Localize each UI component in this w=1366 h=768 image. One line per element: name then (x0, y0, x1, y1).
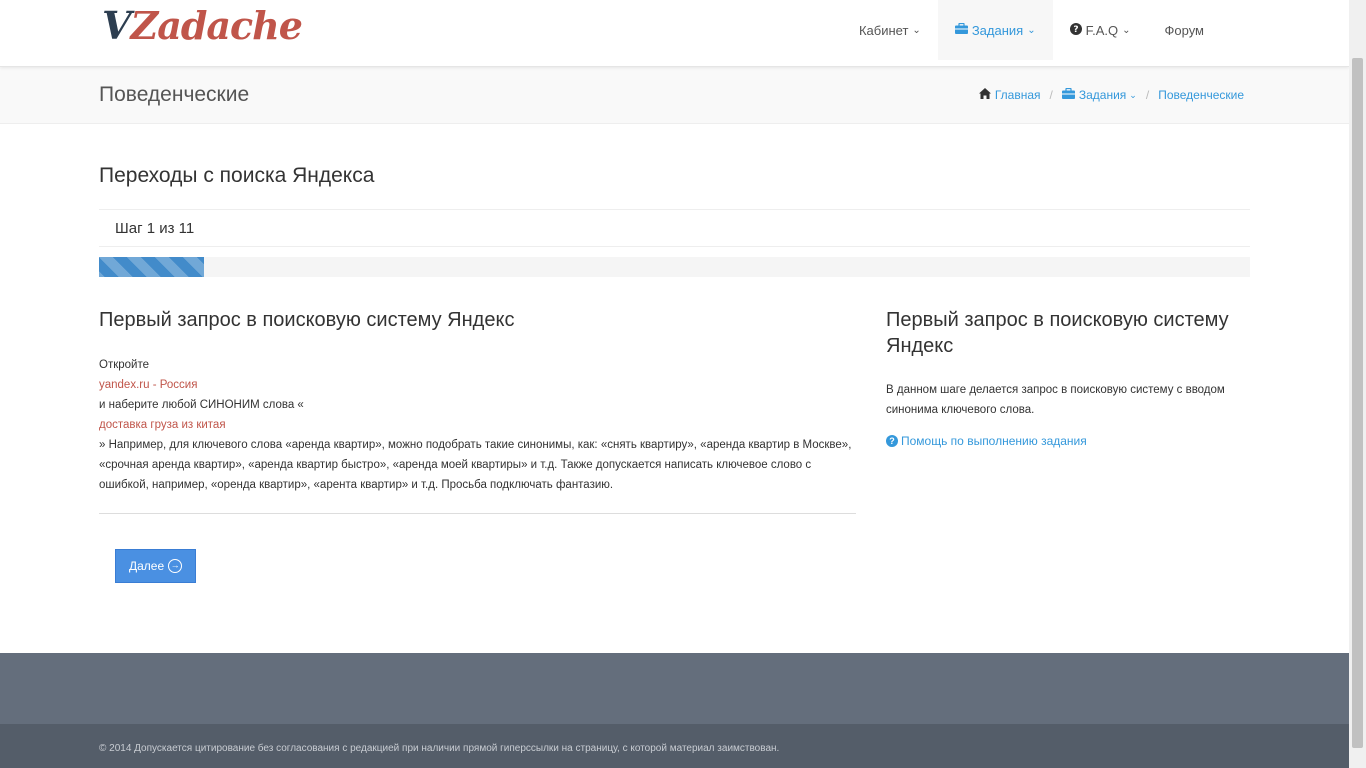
page-title-bar: Поведенческие Главная / Задания ⌄ / Пове… (0, 67, 1349, 124)
nav-label: Кабинет (858, 22, 909, 38)
main-nav: Кабинет ⌄ Задания ⌄ ? F.A.Q ⌄ Форум (842, 0, 1221, 67)
yandex-link[interactable]: yandex.ru - Россия (99, 375, 856, 395)
instruction-line: Откройте (99, 359, 149, 371)
footer-top (0, 653, 1349, 724)
site-logo[interactable]: VZadache (102, 2, 303, 50)
nav-item-tasks[interactable]: Задания ⌄ (937, 0, 1053, 60)
chevron-down-icon: ⌄ (912, 24, 921, 36)
sidebar-text: В данном шаге делается запрос в поискову… (886, 384, 1225, 416)
nav-item-forum[interactable]: Форум (1148, 0, 1222, 60)
chevron-down-icon: ⌄ (1027, 24, 1036, 36)
scrollbar-thumb[interactable] (1352, 58, 1363, 748)
nav-label: Форум (1164, 22, 1205, 38)
nav-label: F.A.Q (1085, 22, 1119, 38)
copyright-text: © 2014 Допускается цитирование без согла… (99, 743, 780, 754)
briefcase-icon (1061, 87, 1075, 102)
home-icon (978, 88, 991, 102)
breadcrumb-tasks[interactable]: Задания ⌄ (1061, 87, 1137, 102)
help-sidebar: Первый запрос в поисковую систему Яндекс… (886, 307, 1250, 448)
next-button[interactable]: Далее → (115, 549, 197, 583)
chevron-down-icon: ⌄ (1129, 89, 1137, 100)
breadcrumb-home[interactable]: Главная (978, 88, 1041, 102)
scrollbar[interactable] (1349, 0, 1366, 768)
help-link[interactable]: ? Помощь по выполнению задания (886, 434, 1250, 448)
sidebar-heading: Первый запрос в поисковую систему Яндекс (886, 309, 1229, 357)
breadcrumb-separator: / (1049, 88, 1053, 102)
nav-item-cabinet[interactable]: Кабинет ⌄ (842, 0, 938, 60)
question-circle-icon: ? (886, 435, 898, 447)
divider (99, 513, 856, 514)
instruction-text: Откройте yandex.ru - Россия и наберите л… (99, 355, 856, 495)
keyword-text: доставка груза из китая (99, 419, 226, 431)
nav-item-faq[interactable]: ? F.A.Q ⌄ (1053, 0, 1148, 60)
nav-label: Задания (971, 22, 1024, 38)
step-label: Шаг 1 из 11 (115, 220, 195, 237)
instruction-line: » Например, для ключевого слова «аренда … (99, 439, 852, 491)
task-title: Переходы с поиска Яндекса (99, 164, 375, 187)
arrow-right-circle-icon: → (168, 559, 183, 573)
breadcrumb-current[interactable]: Поведенческие (1158, 88, 1244, 102)
progress-bar (99, 257, 1250, 277)
instruction-heading: Первый запрос в поисковую систему Яндекс (99, 309, 515, 331)
breadcrumb: Главная / Задания ⌄ / Поведенческие (978, 87, 1244, 102)
breadcrumb-separator: / (1145, 88, 1150, 102)
step-indicator: Шаг 1 из 11 (99, 209, 1250, 247)
page-title: Поведенческие (99, 83, 250, 106)
instruction-panel: Первый запрос в поисковую систему Яндекс… (99, 307, 856, 495)
page: VZadache Кабинет ⌄ Задания ⌄ ? F.A.Q ⌄ Ф… (0, 0, 1349, 768)
instruction-line: и наберите любой СИНОНИМ слова « (99, 399, 304, 411)
footer-bottom: © 2014 Допускается цитирование без согла… (0, 724, 1349, 768)
chevron-down-icon: ⌄ (1122, 24, 1131, 36)
briefcase-icon (954, 22, 968, 37)
question-circle-icon: ? (1069, 22, 1082, 38)
progress-fill (99, 257, 204, 277)
svg-text:?: ? (1073, 25, 1078, 35)
site-header: VZadache Кабинет ⌄ Задания ⌄ ? F.A.Q ⌄ Ф… (0, 0, 1349, 67)
